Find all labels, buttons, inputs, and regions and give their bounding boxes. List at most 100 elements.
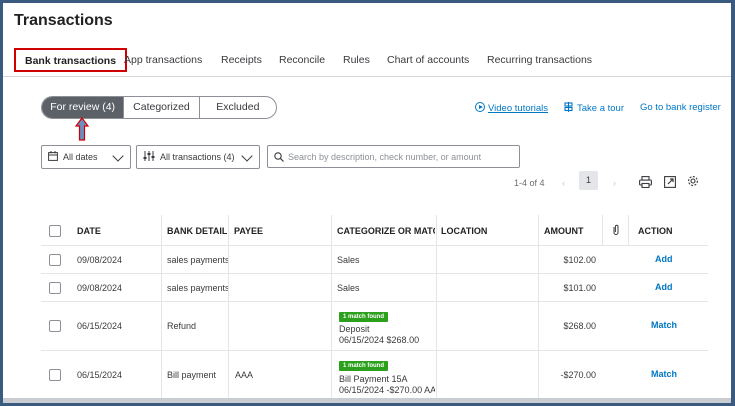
- column-divider: [436, 246, 437, 274]
- video-tutorials-link[interactable]: Video tutorials: [475, 102, 548, 114]
- column-divider: [228, 215, 229, 246]
- tab-chart-of-accounts[interactable]: Chart of accounts: [387, 47, 469, 73]
- row-amount: $268.00: [563, 321, 596, 331]
- row-bank-detail: sales payments: [167, 283, 228, 293]
- column-divider: [538, 302, 539, 351]
- row-bank-detail: Refund: [167, 321, 197, 331]
- video-tutorials-label: Video tutorials: [488, 103, 549, 114]
- pagination-range: 1-4 of 4: [514, 178, 545, 188]
- search-box: [267, 145, 520, 168]
- row-checkbox[interactable]: [49, 369, 61, 381]
- print-icon[interactable]: [639, 176, 652, 188]
- match-found-badge-text: 1 match found: [339, 361, 389, 371]
- column-divider: [602, 215, 603, 246]
- column-divider: [538, 274, 539, 302]
- column-divider: [161, 274, 162, 302]
- row-category[interactable]: Sales: [337, 283, 360, 293]
- row-amount: $101.00: [563, 283, 596, 293]
- column-divider: [331, 351, 332, 403]
- tab-reconcile[interactable]: Reconcile: [279, 47, 325, 73]
- column-divider: [228, 246, 229, 274]
- tab-divider: [3, 76, 731, 77]
- table-row[interactable]: 06/15/2024 Bill payment AAA 1 match foun…: [41, 351, 708, 403]
- header-date[interactable]: DATE: [77, 226, 101, 236]
- row-match-type[interactable]: Bill Payment 15A: [339, 374, 408, 384]
- row-bank-detail: Bill payment: [167, 370, 217, 380]
- table-row[interactable]: 09/08/2024 sales payments Sales $101.00 …: [41, 274, 708, 302]
- tab-bank-transactions[interactable]: Bank transactions: [14, 48, 128, 72]
- transactions-filter-value: All transactions (4): [160, 152, 235, 162]
- column-divider: [228, 302, 229, 351]
- attachment-icon: [613, 224, 619, 235]
- tab-for-review[interactable]: For review (4): [42, 97, 125, 118]
- tab-app-transactions[interactable]: App transactions: [124, 47, 202, 73]
- tab-receipts[interactable]: Receipts: [221, 47, 262, 73]
- tab-rules[interactable]: Rules: [343, 47, 370, 73]
- column-divider: [331, 246, 332, 274]
- horizontal-scrollbar[interactable]: [3, 398, 731, 403]
- row-checkbox[interactable]: [49, 254, 61, 266]
- bank-register-link[interactable]: Go to bank register: [640, 102, 721, 113]
- row-payee[interactable]: AAA: [235, 370, 253, 380]
- column-divider: [161, 246, 162, 274]
- match-found-badge: 1 match found: [339, 359, 389, 371]
- column-divider: [436, 302, 437, 351]
- column-divider: [436, 351, 437, 403]
- column-divider: [628, 215, 629, 246]
- header-categorize-or-match[interactable]: CATEGORIZE OR MATCH: [337, 226, 435, 236]
- table-row[interactable]: 06/15/2024 Refund 1 match found Deposit …: [41, 302, 708, 351]
- row-match-type[interactable]: Deposit: [339, 324, 370, 334]
- column-divider: [331, 215, 332, 246]
- search-input[interactable]: [288, 148, 516, 165]
- header-bank-detail[interactable]: BANK DETAIL: [167, 226, 227, 236]
- add-button[interactable]: Add: [655, 254, 673, 264]
- table-row[interactable]: 09/08/2024 sales payments Sales $102.00 …: [41, 246, 708, 274]
- match-button[interactable]: Match: [651, 369, 677, 379]
- row-amount: $102.00: [563, 255, 596, 265]
- take-a-tour-label: Take a tour: [577, 103, 624, 114]
- row-amount: -$270.00: [560, 370, 596, 380]
- chevron-down-icon: [241, 150, 253, 162]
- row-date: 06/15/2024: [77, 321, 123, 331]
- chevron-down-icon: [112, 150, 124, 162]
- app-frame: Transactions Bank transactions App trans…: [3, 3, 731, 403]
- header-payee[interactable]: PAYEE: [234, 226, 263, 236]
- row-date: 09/08/2024: [77, 255, 123, 265]
- header-action: ACTION: [638, 226, 673, 236]
- row-match-detail: 06/15/2024 -$270.00 AAA: [339, 385, 435, 395]
- take-a-tour-link[interactable]: Take a tour: [564, 102, 624, 114]
- match-button[interactable]: Match: [651, 320, 677, 330]
- header-amount[interactable]: AMOUNT: [544, 226, 584, 236]
- row-date: 09/08/2024: [77, 283, 123, 293]
- select-all-checkbox[interactable]: [49, 225, 61, 237]
- play-circle-icon: [475, 102, 485, 112]
- export-icon[interactable]: [664, 176, 676, 188]
- tab-recurring-transactions[interactable]: Recurring transactions: [487, 47, 592, 73]
- review-segmented-control: For review (4) Categorized Excluded: [41, 96, 277, 119]
- row-match-detail: 06/15/2024 $268.00: [339, 335, 420, 345]
- row-checkbox[interactable]: [49, 320, 61, 332]
- tab-excluded[interactable]: Excluded: [200, 97, 276, 118]
- date-filter-dropdown[interactable]: All dates: [41, 145, 131, 169]
- column-divider: [161, 351, 162, 403]
- add-button[interactable]: Add: [655, 282, 673, 292]
- column-divider: [538, 351, 539, 403]
- signpost-icon: [564, 102, 573, 112]
- gear-icon[interactable]: [687, 175, 699, 187]
- transactions-filter-dropdown[interactable]: All transactions (4): [136, 145, 260, 169]
- match-found-badge: 1 match found: [339, 310, 389, 322]
- date-filter-value: All dates: [63, 152, 98, 162]
- tab-categorized[interactable]: Categorized: [124, 97, 200, 118]
- header-location[interactable]: LOCATION: [441, 226, 487, 236]
- column-divider: [161, 215, 162, 246]
- column-divider: [228, 274, 229, 302]
- prev-page-icon[interactable]: ‹: [562, 178, 565, 188]
- current-page-button[interactable]: 1: [579, 171, 598, 190]
- next-page-icon[interactable]: ›: [613, 178, 616, 188]
- row-checkbox[interactable]: [49, 282, 61, 294]
- row-bank-detail: sales payments: [167, 255, 228, 265]
- tab-bar: Bank transactions App transactions Recei…: [3, 47, 731, 76]
- column-divider: [436, 274, 437, 302]
- row-category[interactable]: Sales: [337, 255, 360, 265]
- table-header-row: DATE BANK DETAIL PAYEE CATEGORIZE OR MAT…: [41, 215, 708, 246]
